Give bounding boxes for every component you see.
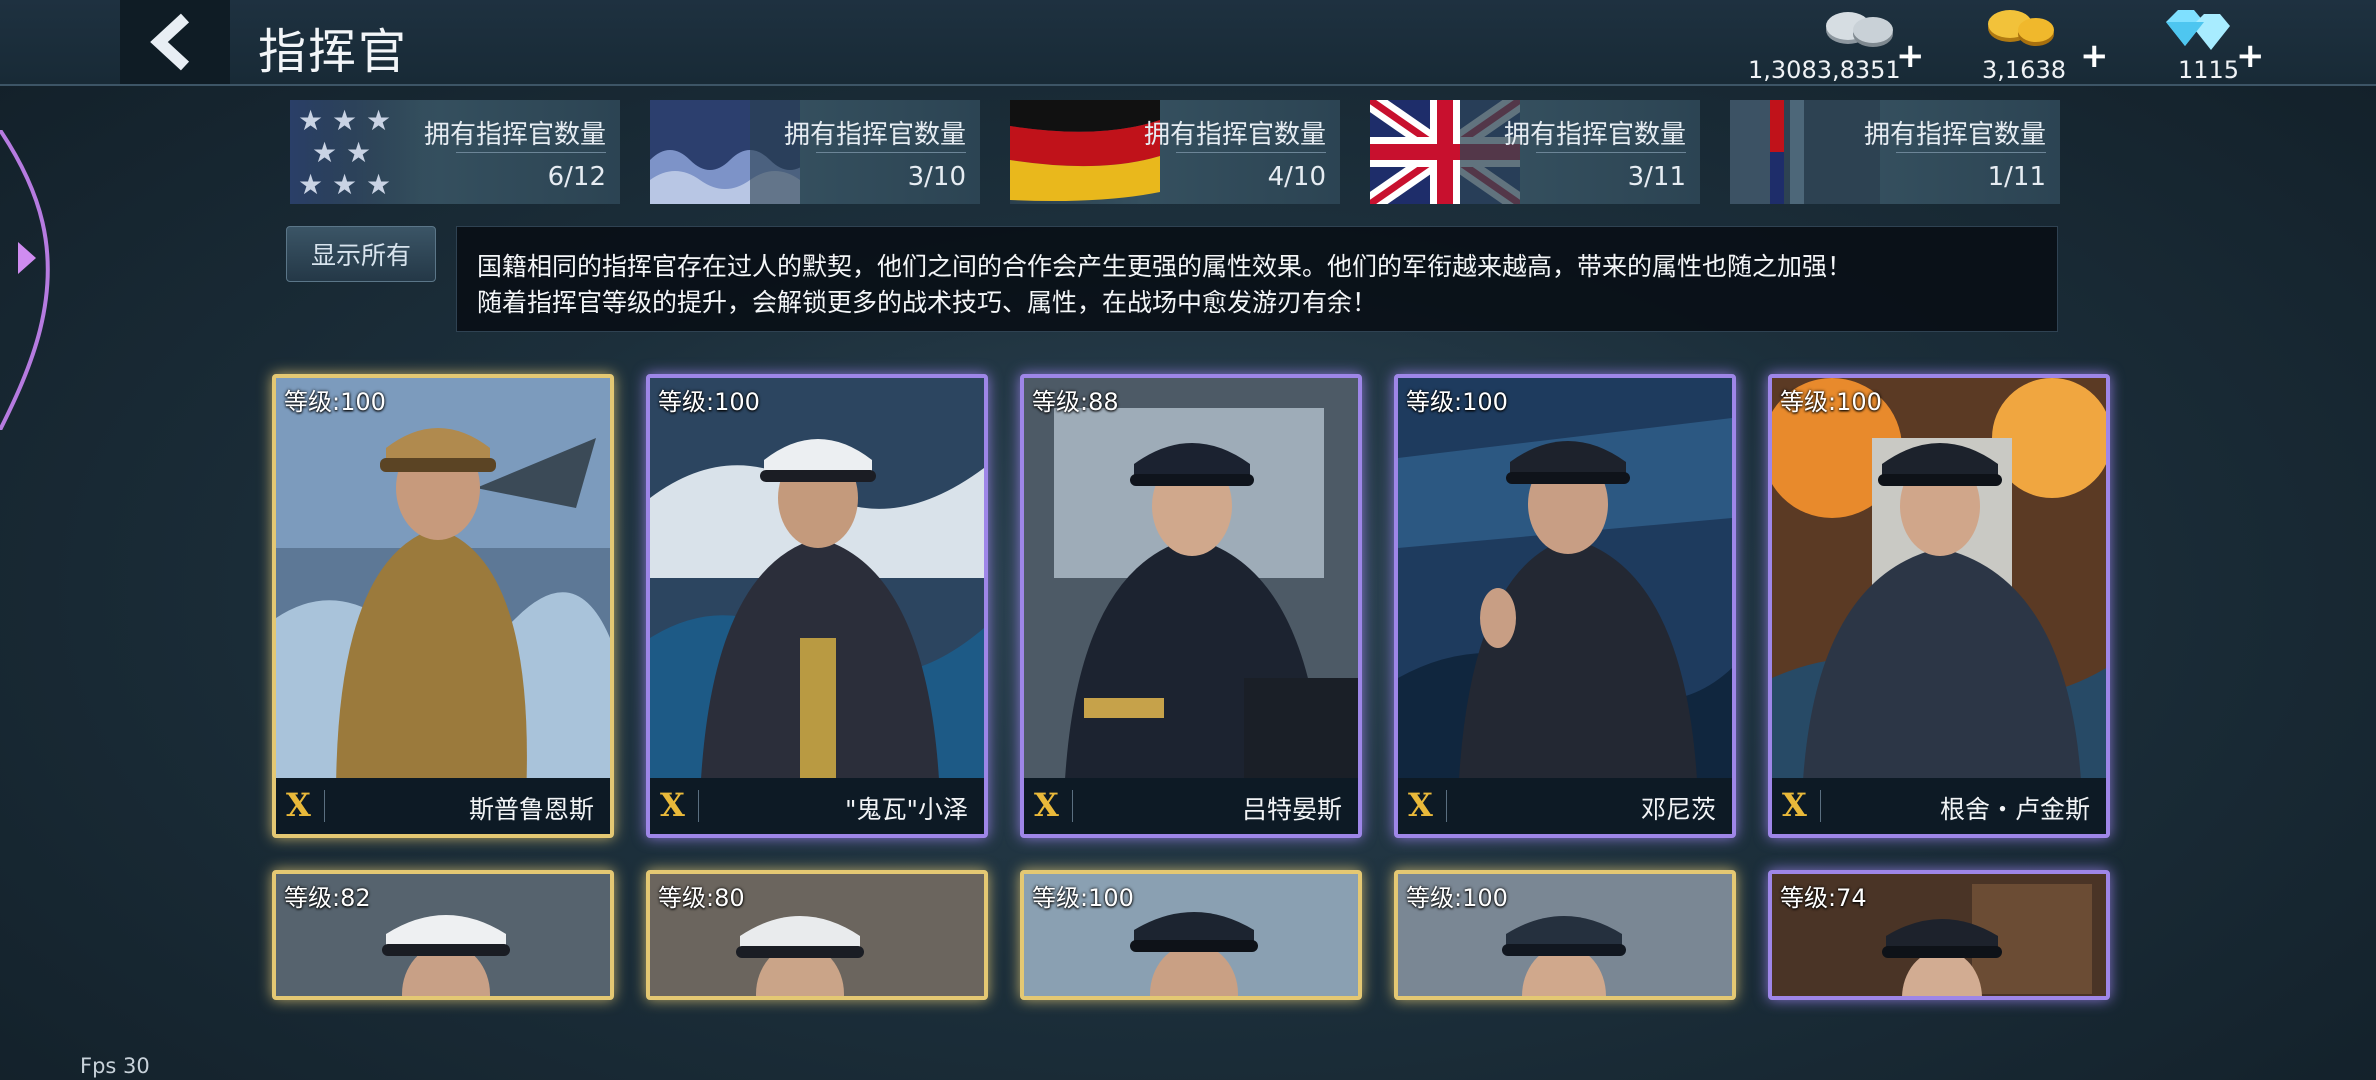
divider [324, 790, 325, 822]
info-line-2: 随着指挥官等级的提升，会解锁更多的战术技巧、属性，在战场中愈发游刃有余！ [477, 288, 1378, 317]
rank-badge: X [1408, 786, 1433, 824]
svg-text:★ ★ ★: ★ ★ ★ [298, 104, 391, 137]
commander-level: 等级:100 [1406, 388, 1508, 416]
nation-card-other[interactable]: 拥有指挥官数量 1/11 [1730, 100, 2060, 204]
nation-count: 6/12 [547, 162, 606, 192]
svg-text:★ ★ ★: ★ ★ ★ [298, 168, 391, 201]
commander-namebar: X 邓尼茨 [1398, 778, 1732, 834]
rank-badge: X [286, 786, 311, 824]
divider [456, 152, 606, 153]
nation-label: 拥有指挥官数量 [783, 120, 966, 150]
nation-label: 拥有指挥官数量 [1143, 120, 1326, 150]
commander-namebar: X 斯普鲁恩斯 [276, 778, 610, 834]
divider [698, 790, 699, 822]
nation-card-usa[interactable]: ★ ★ ★ ★ ★ ★ ★ ★ 拥有指挥官数量 6/12 [290, 100, 620, 204]
commander-namebar: X 吕特晏斯 [1024, 778, 1358, 834]
top-bar: 指挥官 1,3083,8351 + 3,1638 + 1115 + [0, 0, 2376, 86]
commander-level: 等级:88 [1032, 388, 1119, 416]
svg-text:★ ★: ★ ★ [312, 136, 371, 169]
commander-card[interactable]: 等级:80 [646, 870, 988, 1000]
rank-badge: X [1034, 786, 1059, 824]
nation-card-uk[interactable]: 拥有指挥官数量 3/11 [1370, 100, 1700, 204]
add-gold-button[interactable]: + [2080, 36, 2109, 76]
gold-amount: 3,1638 [1982, 56, 2066, 84]
commander-level: 等级:80 [658, 884, 745, 912]
commander-level: 等级:100 [658, 388, 760, 416]
commander-name: 斯普鲁恩斯 [468, 795, 594, 824]
commander-card[interactable]: 等级:82 [272, 870, 614, 1000]
usa-flag-icon: ★ ★ ★ ★ ★ ★ ★ ★ [290, 100, 440, 204]
divider [1820, 790, 1821, 822]
commander-name: 根舍・卢金斯 [1939, 795, 2090, 824]
germany-flag-icon [1010, 100, 1160, 201]
divider [1176, 152, 1326, 153]
nation-card-germany[interactable]: 拥有指挥官数量 4/10 [1010, 100, 1340, 204]
commander-card[interactable]: 等级:100 X 邓尼茨 [1394, 374, 1736, 838]
add-silver-button[interactable]: + [1896, 36, 1925, 76]
uk-flag-icon [1370, 100, 1520, 204]
commander-name: 邓尼茨 [1640, 795, 1716, 824]
info-box: 国籍相同的指挥官存在过人的默契，他们之间的合作会产生更强的属性效果。他们的军衔越… [456, 226, 2058, 332]
fps-counter: Fps 30 [80, 1054, 150, 1078]
commander-name: 吕特晏斯 [1241, 795, 1342, 824]
silver-currency[interactable]: 1,3083,8351 + [1740, 4, 1925, 84]
silver-coins-icon [1826, 12, 1893, 47]
divider [1896, 152, 2046, 153]
nation-label: 拥有指挥官数量 [423, 120, 606, 150]
commander-portrait [1024, 378, 1358, 778]
page-title: 指挥官 [258, 24, 409, 80]
nation-count: 3/11 [1627, 162, 1686, 192]
chevron-left-icon [150, 13, 190, 71]
back-button[interactable] [120, 0, 230, 84]
chevron-right-icon [18, 242, 36, 274]
commander-card[interactable]: 等级:100 X 斯普鲁恩斯 [272, 374, 614, 838]
diamond-amount: 1115 [2178, 56, 2240, 84]
diamond-currency[interactable]: 1115 + [2150, 4, 2265, 84]
diamond-icon [2166, 10, 2230, 50]
gold-currency[interactable]: 3,1638 + [1980, 4, 2109, 84]
commander-portrait [276, 378, 610, 778]
divider [816, 152, 966, 153]
divider [1072, 790, 1073, 822]
commander-card[interactable]: 等级:74 [1768, 870, 2110, 1000]
commander-card[interactable]: 等级:100 X "鬼瓦"小泽 [646, 374, 988, 838]
rank-badge: X [1782, 786, 1807, 824]
nation-card-japan[interactable]: 拥有指挥官数量 3/10 [650, 100, 980, 204]
commander-namebar: X 根舍・卢金斯 [1772, 778, 2106, 834]
divider [1536, 152, 1686, 153]
commander-portrait [1398, 378, 1732, 778]
commander-card[interactable]: 等级:88 X 吕特晏斯 [1020, 374, 1362, 838]
commander-portrait [1772, 378, 2106, 778]
commander-card[interactable]: 等级:100 [1020, 870, 1362, 1000]
nation-count: 1/11 [1987, 162, 2046, 192]
commander-card[interactable]: 等级:100 [1394, 870, 1736, 1000]
other-flag-icon [1730, 100, 1880, 204]
japan-wave-icon [650, 100, 800, 204]
nation-label: 拥有指挥官数量 [1863, 120, 2046, 150]
rank-badge: X [660, 786, 685, 824]
nation-count: 4/10 [1267, 162, 1326, 192]
commander-level: 等级:74 [1780, 884, 1867, 912]
silver-amount: 1,3083,8351 [1748, 56, 1901, 84]
show-all-button[interactable]: 显示所有 [286, 226, 436, 282]
commander-level: 等级:82 [284, 884, 371, 912]
divider [1446, 790, 1447, 822]
commander-level: 等级:100 [284, 388, 386, 416]
info-line-1: 国籍相同的指挥官存在过人的默契，他们之间的合作会产生更强的属性效果。他们的军衔越… [477, 252, 1853, 281]
commander-portrait [650, 378, 984, 778]
sidebar-expand-handle[interactable] [0, 130, 60, 430]
gold-coins-icon [1988, 10, 2054, 46]
add-diamond-button[interactable]: + [2236, 36, 2265, 76]
commander-card[interactable]: 等级:100 X 根舍・卢金斯 [1768, 374, 2110, 838]
commander-level: 等级:100 [1032, 884, 1134, 912]
nation-label: 拥有指挥官数量 [1503, 120, 1686, 150]
nation-count: 3/10 [907, 162, 966, 192]
commander-name: "鬼瓦"小泽 [845, 795, 968, 824]
commander-namebar: X "鬼瓦"小泽 [650, 778, 984, 834]
commander-level: 等级:100 [1780, 388, 1882, 416]
commander-level: 等级:100 [1406, 884, 1508, 912]
